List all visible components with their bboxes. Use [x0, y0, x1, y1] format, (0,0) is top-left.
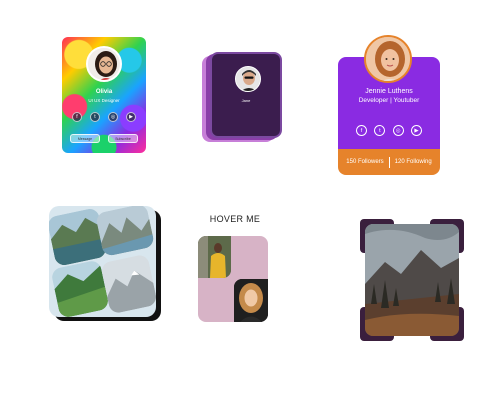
profile-name: Jane	[241, 98, 251, 103]
avatar	[235, 66, 261, 92]
social-links: f t ◎ ▶	[72, 109, 136, 125]
profile-name: Jennie Luthens	[365, 88, 413, 95]
card-front-layer: Jane	[210, 52, 282, 138]
hover-photo-top	[198, 236, 231, 278]
profile-role: Developer | Youtuber	[358, 97, 420, 104]
photo-collage[interactable]	[49, 206, 156, 317]
profile-name: Olivia	[95, 89, 113, 95]
profile-role: UI UX Designer	[88, 98, 120, 103]
hover-card[interactable]	[198, 236, 268, 322]
hover-photo-bottom	[234, 279, 268, 322]
framed-photo-card[interactable]	[360, 219, 464, 341]
facebook-icon[interactable]: f	[356, 125, 367, 136]
instagram-icon[interactable]: ◎	[108, 112, 118, 122]
divider	[388, 156, 390, 168]
follow-stats: 150 Followers 120 Following	[338, 149, 440, 175]
twitter-icon[interactable]: t	[374, 125, 386, 136]
collage-photo-valley[interactable]	[50, 259, 110, 317]
message-button[interactable]: Message	[70, 134, 100, 143]
twitter-icon[interactable]: t	[90, 112, 100, 122]
youtube-icon[interactable]: ▶	[126, 112, 136, 122]
avatar	[364, 35, 412, 83]
youtube-icon[interactable]: ▶	[410, 125, 422, 136]
collage-photo-snowpeak[interactable]	[100, 253, 156, 315]
hover-me-title: HOVER ME	[209, 214, 261, 224]
mountain-photo	[365, 224, 459, 336]
instagram-icon[interactable]: ◎	[392, 125, 404, 136]
followers-count[interactable]: 150 Followers	[346, 159, 383, 165]
social-links: f t ◎ ▶	[356, 125, 422, 136]
subscribe-button[interactable]: Subscribe	[108, 134, 138, 143]
avatar	[86, 46, 122, 82]
stacked-profile-card[interactable]: Jane	[202, 52, 282, 144]
action-buttons: Message Subscribe	[70, 134, 138, 143]
jennie-profile-card[interactable]: Jennie Luthens Developer | Youtuber f t …	[338, 35, 440, 175]
following-count[interactable]: 120 Following	[395, 159, 432, 165]
collage-photo-cliffs[interactable]	[94, 206, 156, 257]
rainbow-profile-card[interactable]: Olivia UI UX Designer f t ◎ ▶ Message Su…	[62, 37, 146, 153]
facebook-icon[interactable]: f	[72, 112, 82, 122]
